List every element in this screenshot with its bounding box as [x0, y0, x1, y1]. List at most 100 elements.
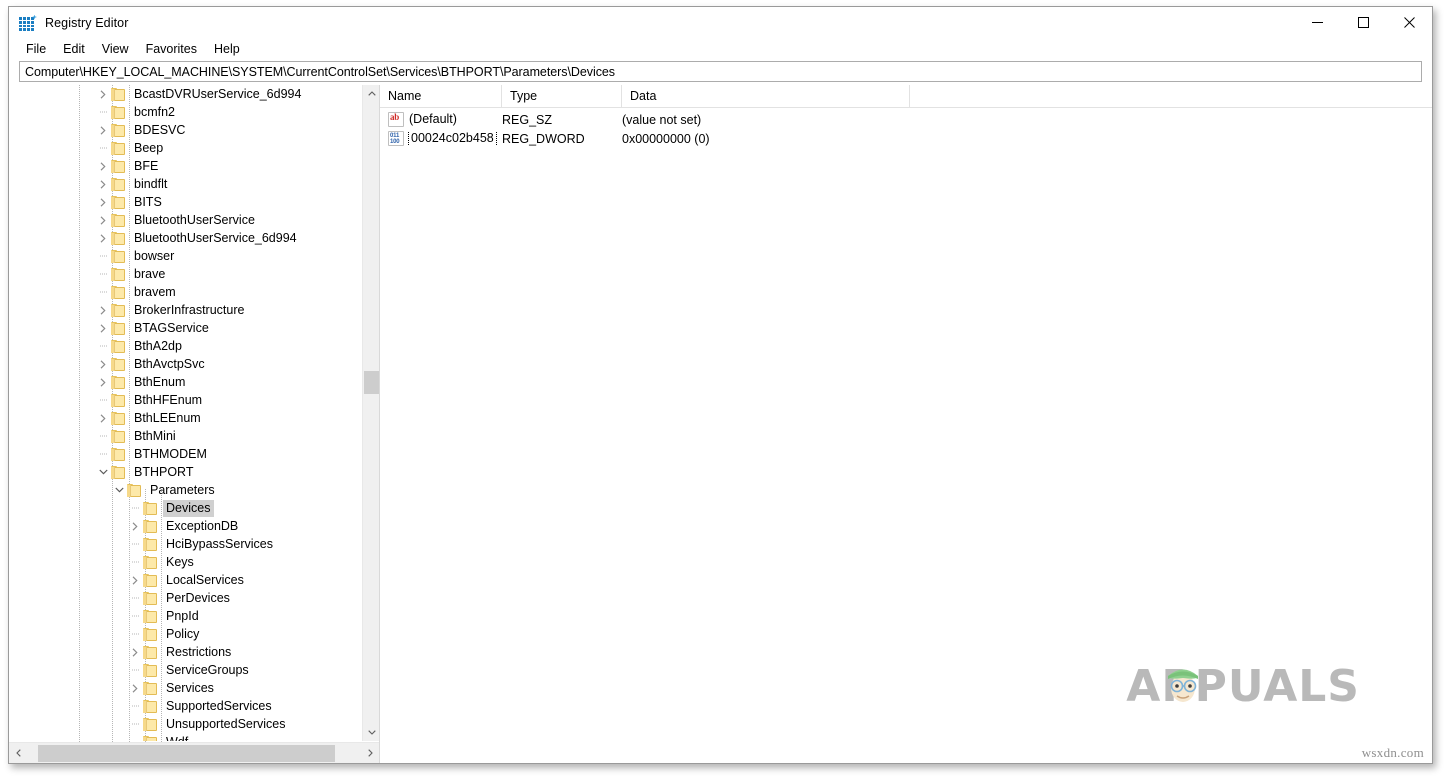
tree-item[interactable]: UnsupportedServices	[9, 715, 362, 733]
folder-icon	[143, 627, 158, 641]
tree-item[interactable]: bcmfn2	[9, 103, 362, 121]
folder-icon	[143, 537, 158, 551]
tree-item[interactable]: BthLEEnum	[9, 409, 362, 427]
minimize-icon[interactable]	[1294, 7, 1340, 38]
tree-item[interactable]: BTHMODEM	[9, 445, 362, 463]
tree-horizontal-scrollbar[interactable]	[9, 742, 379, 763]
tree-item[interactable]: LocalServices	[9, 571, 362, 589]
chevron-right-icon[interactable]	[95, 193, 111, 211]
chevron-right-icon[interactable]	[95, 301, 111, 319]
tree-item[interactable]: Beep	[9, 139, 362, 157]
tree-item[interactable]: Parameters	[9, 481, 362, 499]
chevron-right-icon[interactable]	[95, 85, 111, 103]
chevron-down-icon[interactable]	[111, 481, 127, 499]
tree-item[interactable]: BTHPORT	[9, 463, 362, 481]
tree-item[interactable]: SupportedServices	[9, 697, 362, 715]
window-controls	[1294, 7, 1432, 38]
close-icon[interactable]	[1386, 7, 1432, 38]
chevron-down-icon[interactable]	[95, 463, 111, 481]
folder-icon	[111, 231, 126, 245]
chevron-right-icon[interactable]	[95, 373, 111, 391]
tree-item[interactable]: Wdf	[9, 733, 362, 741]
tree-item-label: SupportedServices	[166, 698, 272, 713]
tree-item[interactable]: brave	[9, 265, 362, 283]
maximize-icon[interactable]	[1340, 7, 1386, 38]
tree-leaf-stub	[127, 733, 143, 741]
tree-item[interactable]: Policy	[9, 625, 362, 643]
column-header-type[interactable]: Type	[502, 85, 622, 107]
scroll-left-icon[interactable]	[9, 743, 27, 763]
registry-editor-screen: Registry Editor File Edit View Favorites…	[0, 0, 1447, 781]
menu-view[interactable]: View	[94, 40, 138, 59]
scroll-right-icon[interactable]	[361, 743, 379, 763]
tree-item[interactable]: BthAvctpSvc	[9, 355, 362, 373]
tree-item[interactable]: BthMini	[9, 427, 362, 445]
column-header-data[interactable]: Data	[622, 85, 910, 107]
chevron-right-icon[interactable]	[95, 319, 111, 337]
tree-item[interactable]: BDESVC	[9, 121, 362, 139]
column-header-name[interactable]: Name	[380, 85, 502, 107]
scroll-down-icon[interactable]	[363, 724, 379, 741]
menu-help[interactable]: Help	[206, 40, 249, 59]
address-bar[interactable]: Computer\HKEY_LOCAL_MACHINE\SYSTEM\Curre…	[19, 61, 1422, 82]
tree-item-label: BthEnum	[134, 374, 186, 389]
tree-item[interactable]: Services	[9, 679, 362, 697]
chevron-right-icon[interactable]	[95, 121, 111, 139]
registry-key-tree[interactable]: BcastDVRUserService_6d994 bcmfn2 BDESVC Bee…	[9, 85, 362, 741]
chevron-right-icon[interactable]	[127, 571, 143, 589]
tree-item[interactable]: BITS	[9, 193, 362, 211]
tree-item[interactable]: bowser	[9, 247, 362, 265]
tree-indent-spacer	[9, 697, 127, 715]
tree-item[interactable]: bindflt	[9, 175, 362, 193]
window-title: Registry Editor	[45, 16, 129, 30]
tree-item[interactable]: Keys	[9, 553, 362, 571]
chevron-right-icon[interactable]	[127, 517, 143, 535]
chevron-right-icon[interactable]	[95, 175, 111, 193]
chevron-right-icon[interactable]	[127, 679, 143, 697]
folder-icon	[111, 393, 126, 407]
chevron-right-icon[interactable]	[95, 409, 111, 427]
tree-vertical-scrollbar[interactable]	[362, 85, 379, 741]
tree-leaf-stub	[95, 103, 111, 121]
tree-item-selected[interactable]: Devices	[9, 499, 362, 517]
tree-item[interactable]: BthHFEnum	[9, 391, 362, 409]
tree-item[interactable]: BluetoothUserService_6d994	[9, 229, 362, 247]
tree-leaf-stub	[127, 499, 143, 517]
value-list-rows[interactable]: (Default) REG_SZ (value not set) 011100 0002…	[380, 108, 1432, 148]
folder-icon	[111, 249, 126, 263]
tree-item[interactable]: BrokerInfrastructure	[9, 301, 362, 319]
tree-item[interactable]: BcastDVRUserService_6d994	[9, 85, 362, 103]
tree-item[interactable]: ExceptionDB	[9, 517, 362, 535]
tree-item[interactable]: bravem	[9, 283, 362, 301]
chevron-right-icon[interactable]	[95, 211, 111, 229]
tree-item[interactable]: PerDevices	[9, 589, 362, 607]
tree-item[interactable]: Restrictions	[9, 643, 362, 661]
folder-icon	[111, 123, 126, 137]
chevron-right-icon[interactable]	[95, 229, 111, 247]
tree-leaf-stub	[95, 445, 111, 463]
tree-item[interactable]: BFE	[9, 157, 362, 175]
tree-item[interactable]: BthEnum	[9, 373, 362, 391]
tree-scroll-thumb[interactable]	[364, 371, 379, 394]
registry-editor-window: Registry Editor File Edit View Favorites…	[8, 6, 1433, 764]
tree-item-label: bowser	[134, 248, 175, 263]
tree-item[interactable]: BthA2dp	[9, 337, 362, 355]
folder-icon	[111, 447, 126, 461]
chevron-right-icon[interactable]	[127, 643, 143, 661]
menu-edit[interactable]: Edit	[55, 40, 94, 59]
menu-file[interactable]: File	[18, 40, 55, 59]
chevron-right-icon[interactable]	[95, 157, 111, 175]
tree-item[interactable]: BluetoothUserService	[9, 211, 362, 229]
tree-item[interactable]: PnpId	[9, 607, 362, 625]
tree-item[interactable]: BTAGService	[9, 319, 362, 337]
address-bar-container: Computer\HKEY_LOCAL_MACHINE\SYSTEM\Curre…	[9, 60, 1432, 82]
value-row[interactable]: 011 100 00024c02b458 REG_DWORD 0x00000000 (0…	[380, 129, 1432, 148]
tree-hscroll-thumb[interactable]	[38, 745, 335, 762]
tree-item[interactable]: HciBypassServices	[9, 535, 362, 553]
tree-item[interactable]: ServiceGroups	[9, 661, 362, 679]
value-row[interactable]: (Default) REG_SZ (value not set)	[380, 110, 1432, 129]
menu-favorites[interactable]: Favorites	[138, 40, 206, 59]
chevron-right-icon[interactable]	[95, 355, 111, 373]
folder-icon	[111, 411, 126, 425]
scroll-up-icon[interactable]	[363, 85, 379, 102]
